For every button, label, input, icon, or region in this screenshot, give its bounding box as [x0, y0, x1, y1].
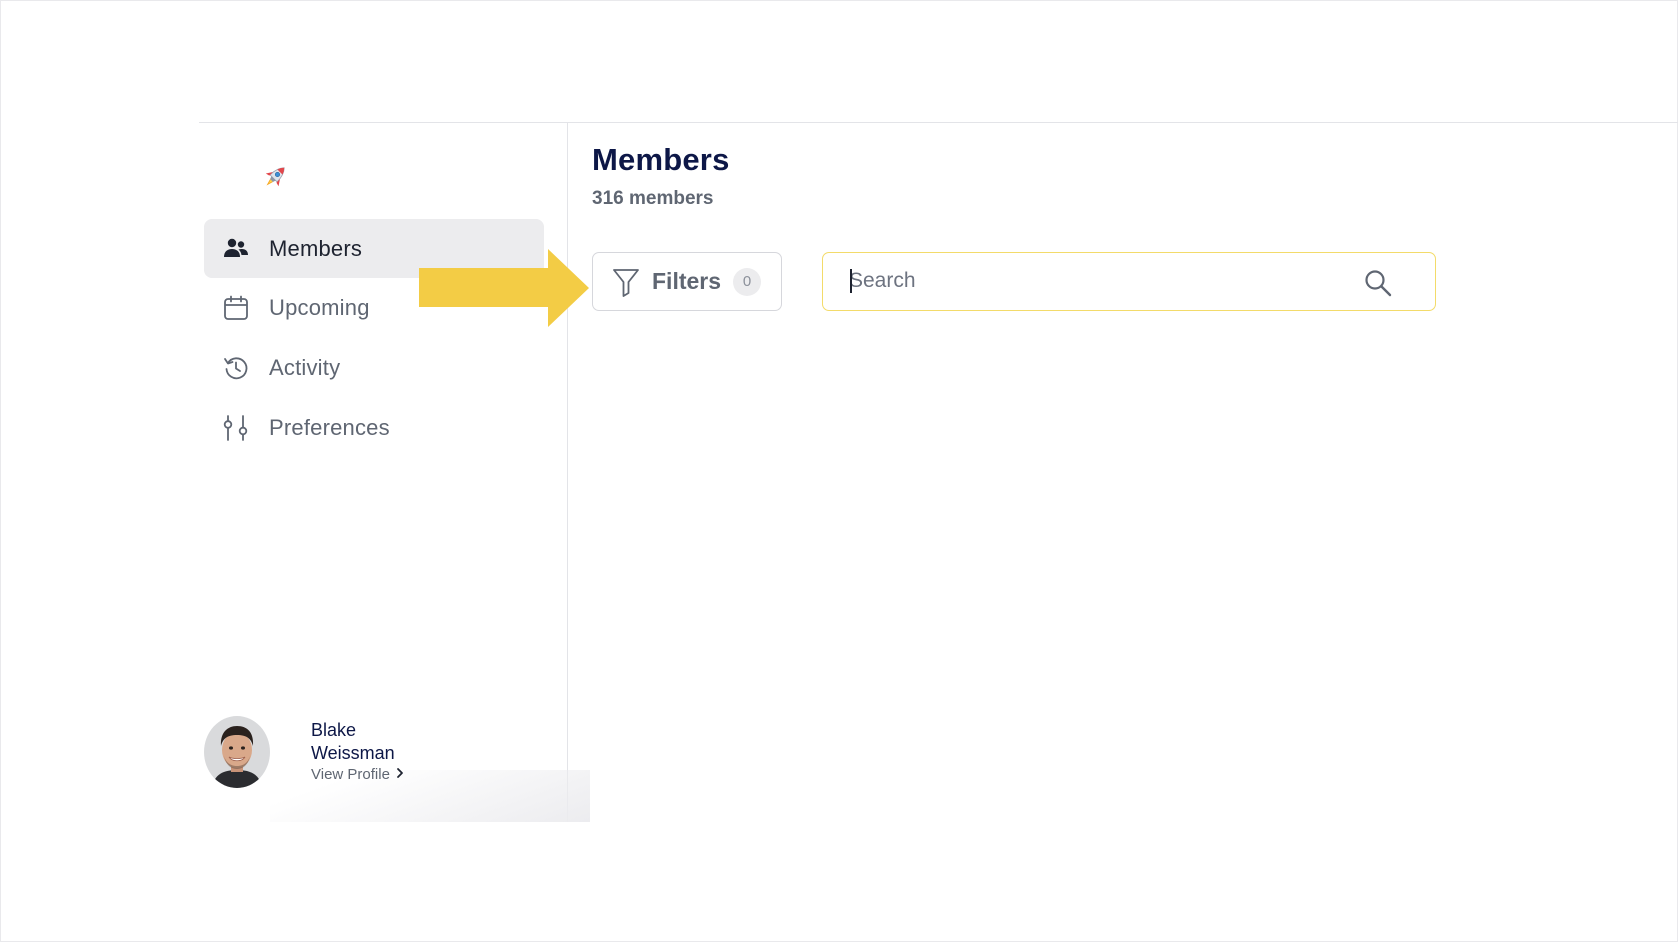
filters-count-badge: 0 — [733, 267, 762, 296]
sidebar-item-label: Members — [269, 235, 363, 261]
member-count: 316 members — [592, 188, 714, 209]
user-profile: Blake Weissman View Profile — [204, 716, 464, 791]
sidebar-item-label: Activity — [269, 354, 341, 380]
page-title: Members — [592, 142, 730, 177]
sidebar-item-activity[interactable]: Activity — [204, 338, 544, 397]
sliders-icon — [222, 414, 250, 442]
sidebar-item-preferences[interactable]: Preferences — [204, 398, 544, 457]
view-profile-link[interactable]: View Profile — [311, 766, 404, 783]
view-profile-label: View Profile — [311, 766, 390, 783]
chevron-right-icon — [396, 766, 404, 783]
sidebar-item-label: Upcoming — [269, 294, 370, 320]
filters-label: Filters — [652, 268, 722, 294]
text-cursor — [850, 269, 852, 293]
rocket-icon[interactable] — [260, 162, 290, 192]
filter-icon — [612, 267, 640, 297]
avatar[interactable] — [204, 716, 270, 788]
members-icon — [222, 235, 250, 263]
highlight-arrow — [419, 249, 589, 327]
calendar-icon — [222, 294, 250, 322]
search-box — [822, 252, 1436, 311]
search-icon[interactable] — [1363, 268, 1393, 298]
filters-button[interactable]: Filters 0 — [592, 252, 782, 311]
sidebar-item-label: Preferences — [269, 414, 390, 440]
profile-name: Blake Weissman — [311, 720, 395, 763]
search-input[interactable] — [849, 262, 1349, 300]
history-icon — [222, 354, 250, 382]
